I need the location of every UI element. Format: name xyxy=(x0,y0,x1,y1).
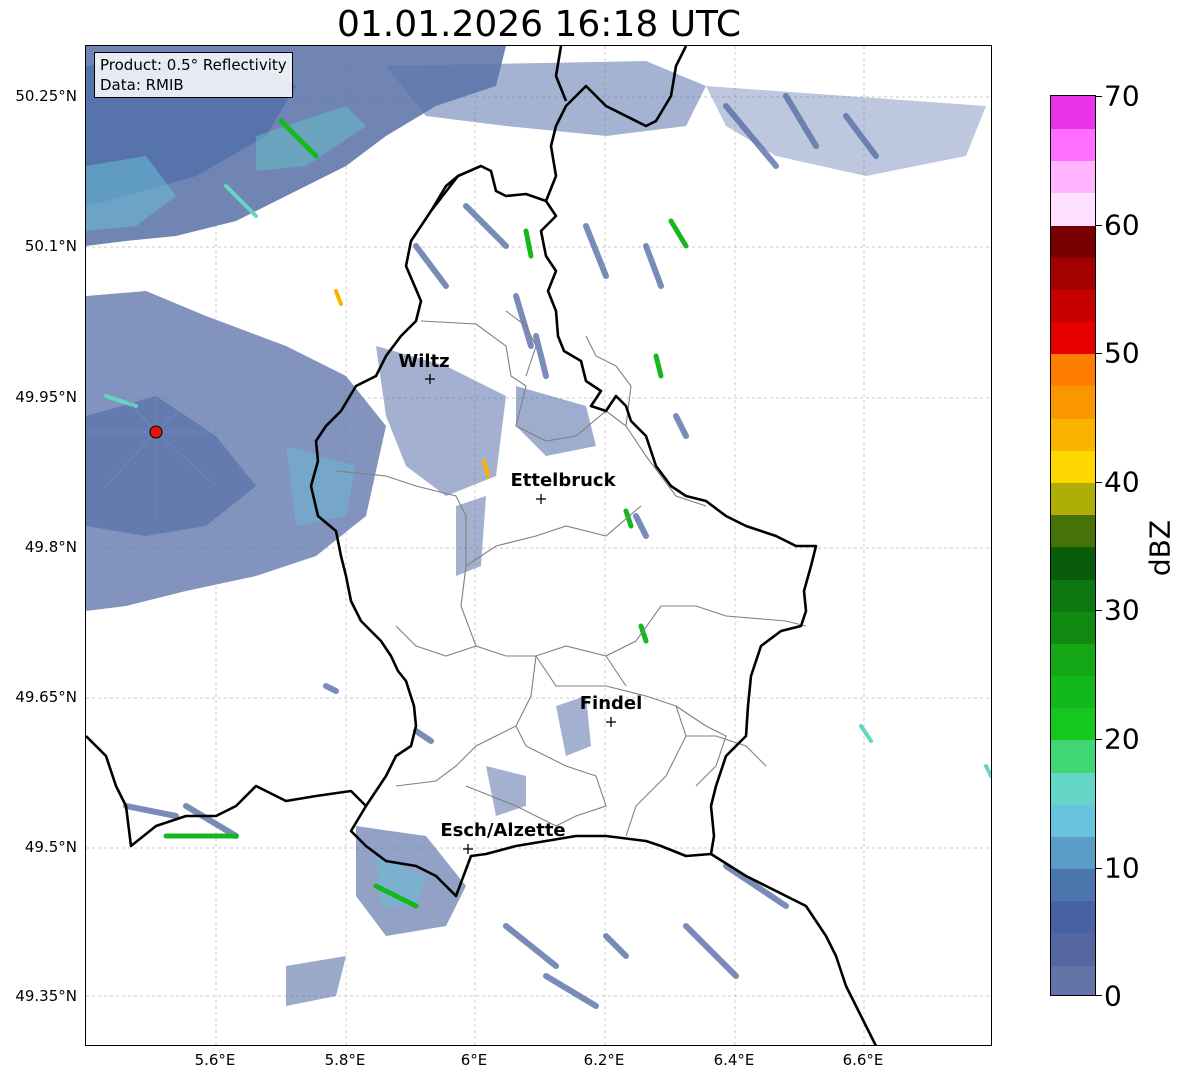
city-label-esch: Esch/Alzette xyxy=(440,820,566,841)
luxembourg-border xyxy=(309,164,818,898)
colorbar-tickmark xyxy=(1096,353,1102,354)
colorbar-segment xyxy=(1051,707,1095,741)
colorbar-tickmark xyxy=(1096,610,1102,611)
colorbar-segment xyxy=(1051,643,1095,677)
colorbar-segment xyxy=(1051,353,1095,387)
dbz-colorbar xyxy=(1050,95,1096,996)
colorbar-segment xyxy=(1051,514,1095,548)
colorbar-segment xyxy=(1051,289,1095,323)
colorbar-tickmark xyxy=(1096,225,1102,226)
colorbar-segment xyxy=(1051,321,1095,355)
colorbar-tick-label: 10 xyxy=(1104,851,1140,885)
lat-tick-label: 49.35°N xyxy=(15,987,77,1005)
colorbar-segment xyxy=(1051,578,1095,612)
lon-tick-label: 6.2°E xyxy=(583,1051,625,1069)
lon-tick-label: 6°E xyxy=(460,1051,488,1069)
lat-tick-label: 50.1°N xyxy=(24,237,77,255)
lat-tick-label: 49.8°N xyxy=(24,538,77,556)
colorbar-segment xyxy=(1051,836,1095,870)
colorbar-tick-label: 70 xyxy=(1104,79,1140,113)
colorbar-tick-label: 0 xyxy=(1104,979,1122,1013)
colorbar-segment xyxy=(1051,771,1095,805)
colorbar-segment xyxy=(1051,128,1095,162)
lon-tick-label: 6.6°E xyxy=(842,1051,884,1069)
colorbar-segment xyxy=(1051,868,1095,902)
colorbar-segment xyxy=(1051,160,1095,194)
colorbar-tickmark xyxy=(1096,96,1102,97)
city-label-wiltz: Wiltz xyxy=(398,351,450,372)
city-marker-esch xyxy=(463,844,473,854)
colorbar-segment xyxy=(1051,675,1095,709)
colorbar-segment xyxy=(1051,385,1095,419)
colorbar-tick-label: 60 xyxy=(1104,208,1140,242)
colorbar-label: dBZ xyxy=(1143,519,1177,577)
colorbar-segment xyxy=(1051,900,1095,934)
colorbar-tickmark xyxy=(1096,868,1102,869)
lat-tick-label: 50.25°N xyxy=(15,87,77,105)
colorbar-segment xyxy=(1051,546,1095,580)
colorbar-tick-label: 30 xyxy=(1104,593,1140,627)
colorbar-tick-label: 50 xyxy=(1104,336,1140,370)
colorbar-segment xyxy=(1051,417,1095,451)
colorbar-tickmark xyxy=(1096,995,1102,996)
radar-map[interactable] xyxy=(85,45,992,1046)
french-border xyxy=(710,852,877,1045)
lon-tick-label: 5.8°E xyxy=(324,1051,366,1069)
product-info-box: Product: 0.5° Reflectivity Data: RMIB xyxy=(94,52,293,98)
lon-tick-label: 5.6°E xyxy=(194,1051,236,1069)
data-source-label: Data: RMIB xyxy=(100,76,184,94)
city-label-findel: Findel xyxy=(579,693,643,714)
colorbar-segment xyxy=(1051,739,1095,773)
city-marker-findel xyxy=(606,717,616,727)
colorbar-tickmark xyxy=(1096,482,1102,483)
radar-map-canvas xyxy=(86,46,991,1045)
colorbar-segment xyxy=(1051,256,1095,290)
product-label: Product: 0.5° Reflectivity xyxy=(100,56,287,74)
colorbar-segment xyxy=(1051,449,1095,483)
colorbar-segment xyxy=(1051,610,1095,644)
map-title: 01.01.2026 16:18 UTC xyxy=(336,4,742,45)
lat-tick-label: 49.95°N xyxy=(15,388,77,406)
colorbar-tick-label: 20 xyxy=(1104,722,1140,756)
city-marker-ettelbruck xyxy=(536,494,546,504)
colorbar-segment xyxy=(1051,482,1095,516)
city-label-ettelbruck: Ettelbruck xyxy=(510,470,616,491)
radar-site-marker xyxy=(149,425,163,439)
lon-tick-label: 6.4°E xyxy=(713,1051,755,1069)
colorbar-segment xyxy=(1051,192,1095,226)
radar-echoes xyxy=(86,46,991,1009)
colorbar-segment xyxy=(1051,96,1095,129)
colorbar-segment xyxy=(1051,803,1095,837)
colorbar-segment xyxy=(1051,224,1095,258)
colorbar-tickmark xyxy=(1096,739,1102,740)
colorbar-tick-label: 40 xyxy=(1104,465,1140,499)
lat-tick-label: 49.5°N xyxy=(24,838,77,856)
colorbar-segment xyxy=(1051,932,1095,966)
colorbar-segment xyxy=(1051,964,1095,995)
lat-tick-label: 49.65°N xyxy=(15,688,77,706)
